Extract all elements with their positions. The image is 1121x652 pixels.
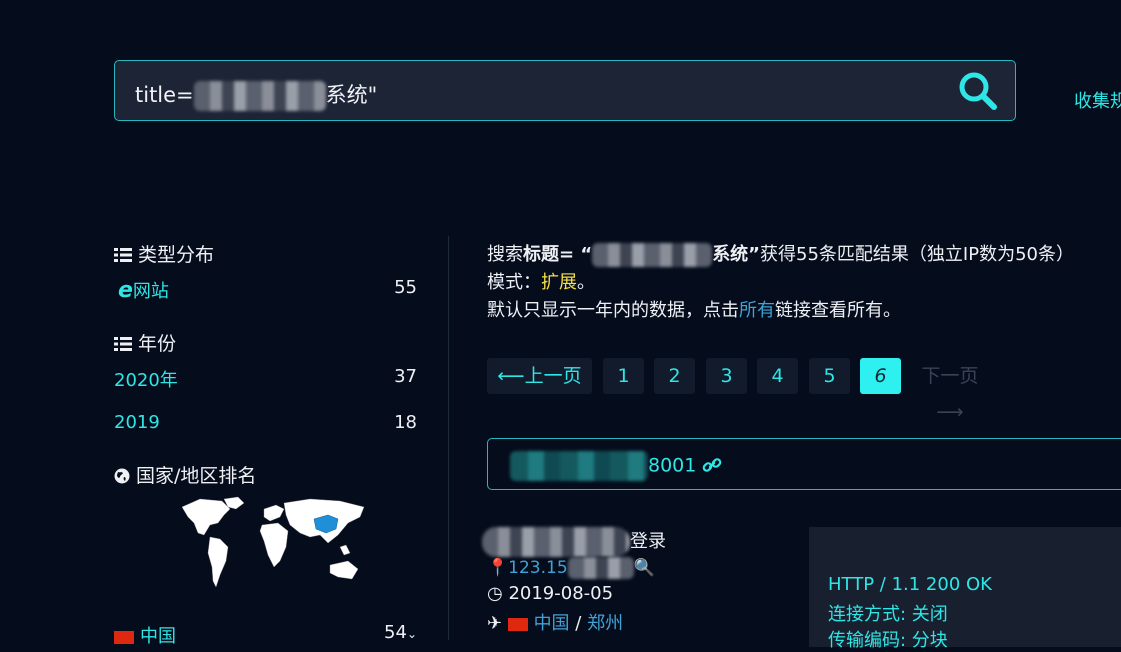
ip-link[interactable]: 123.15	[508, 558, 567, 578]
page-4-button[interactable]: 4	[757, 358, 798, 394]
redacted-text	[592, 243, 713, 267]
sidebar-item-china[interactable]: 中国	[114, 622, 176, 648]
page-1-button[interactable]: 1	[603, 358, 644, 394]
website-count: 55	[394, 277, 417, 298]
sidebar-item-label: 中国	[140, 626, 176, 647]
url-suffix: 8001	[648, 454, 697, 477]
list-icon	[114, 248, 132, 262]
query-suffix: 系统"	[325, 83, 378, 107]
ie-icon: e	[118, 278, 133, 303]
summary-term: 系统”	[712, 244, 761, 265]
country-link[interactable]: 中国	[534, 613, 570, 634]
summary-tail: 获得55条匹配结果（独立IP数为50条）	[760, 244, 1075, 265]
summary-prefix: 搜索	[487, 244, 523, 265]
plane-icon: ✈	[487, 613, 503, 634]
redacted-text	[510, 451, 648, 481]
search-icon[interactable]: 🔍	[634, 558, 655, 578]
prev-page-button[interactable]: ⟵上一页	[487, 358, 592, 394]
redacted-text	[193, 81, 326, 111]
result-date-line: ◷ 2019-08-05	[487, 583, 613, 604]
sidebar-item-2019[interactable]: 2019	[114, 412, 160, 433]
city-link[interactable]: 郑州	[587, 613, 623, 634]
country-heading: 国家/地区排名	[114, 461, 256, 488]
summary-eq: = “	[559, 244, 593, 265]
year-heading: 年份	[114, 329, 176, 356]
redacted-text	[567, 557, 634, 579]
result-title[interactable]: 登录	[482, 527, 666, 557]
section-title: 年份	[138, 333, 177, 355]
chevron-down-icon[interactable]: ⌄	[407, 627, 417, 641]
page-6-button[interactable]: 6	[860, 358, 901, 394]
result-host-card[interactable]: 8001	[487, 438, 1121, 490]
result-location-line: ✈ 中国 / 郑州	[487, 609, 623, 635]
china-flag-icon	[507, 617, 528, 631]
search-input[interactable]: title= 系统"	[135, 79, 377, 111]
location-separator: /	[575, 613, 582, 634]
sidebar-item-website[interactable]: e网站	[118, 277, 169, 303]
page-2-button[interactable]: 2	[654, 358, 695, 394]
result-ip-line[interactable]: 📍123.15 🔍	[487, 557, 655, 579]
http-status: HTTP / 1.1 200 OK	[828, 574, 992, 595]
section-title: 类型分布	[138, 244, 215, 266]
sidebar-item-label: 网站	[132, 281, 169, 302]
summary-field: 标题	[523, 244, 559, 265]
note-suffix: 链接查看所有。	[775, 300, 901, 321]
list-icon	[114, 337, 132, 351]
mode-end: 。	[577, 272, 595, 293]
globe-icon	[114, 468, 130, 484]
note-line: 默认只显示一年内的数据，点击所有链接查看所有。	[487, 296, 901, 322]
mode-label: 模式：	[487, 272, 541, 293]
query-prefix: title=	[135, 83, 194, 107]
note-prefix: 默认只显示一年内的数据，点击	[487, 300, 739, 321]
page-5-button[interactable]: 5	[809, 358, 850, 394]
show-all-link[interactable]: 所有	[739, 300, 775, 321]
page-3-button[interactable]: 3	[706, 358, 747, 394]
mode-value: 扩展	[541, 272, 577, 293]
http-transfer-encoding: 传输编码: 分块	[828, 630, 948, 651]
china-flag-icon	[114, 630, 134, 644]
sidebar-divider	[448, 236, 449, 640]
next-page-button: 下一页⟶	[921, 365, 979, 423]
map-marker-icon: 📍	[487, 558, 509, 578]
redacted-text	[482, 527, 630, 557]
http-connection: 连接方式: 关闭	[828, 604, 948, 625]
type-distribution-heading: 类型分布	[114, 240, 214, 267]
clock-icon: ◷	[487, 583, 503, 604]
result-host-link[interactable]: 8001	[510, 451, 722, 481]
section-title: 国家/地区排名	[136, 465, 257, 487]
mode-line: 模式：扩展。	[487, 268, 595, 294]
link-icon[interactable]	[702, 455, 722, 475]
search-icon[interactable]	[957, 70, 999, 112]
title-suffix: 登录	[630, 531, 666, 552]
result-date: 2019-08-05	[508, 583, 614, 604]
year-2020-count: 37	[394, 366, 417, 387]
search-box[interactable]: title= 系统"	[114, 60, 1016, 121]
sidebar-item-2020[interactable]: 2020年	[114, 366, 178, 392]
collect-rules-link[interactable]: 收集规	[1074, 87, 1121, 113]
world-map[interactable]	[180, 495, 370, 600]
result-summary: 搜索标题= “ 系统”获得55条匹配结果（独立IP数为50条）	[487, 240, 1074, 267]
year-2019-count: 18	[394, 412, 417, 433]
